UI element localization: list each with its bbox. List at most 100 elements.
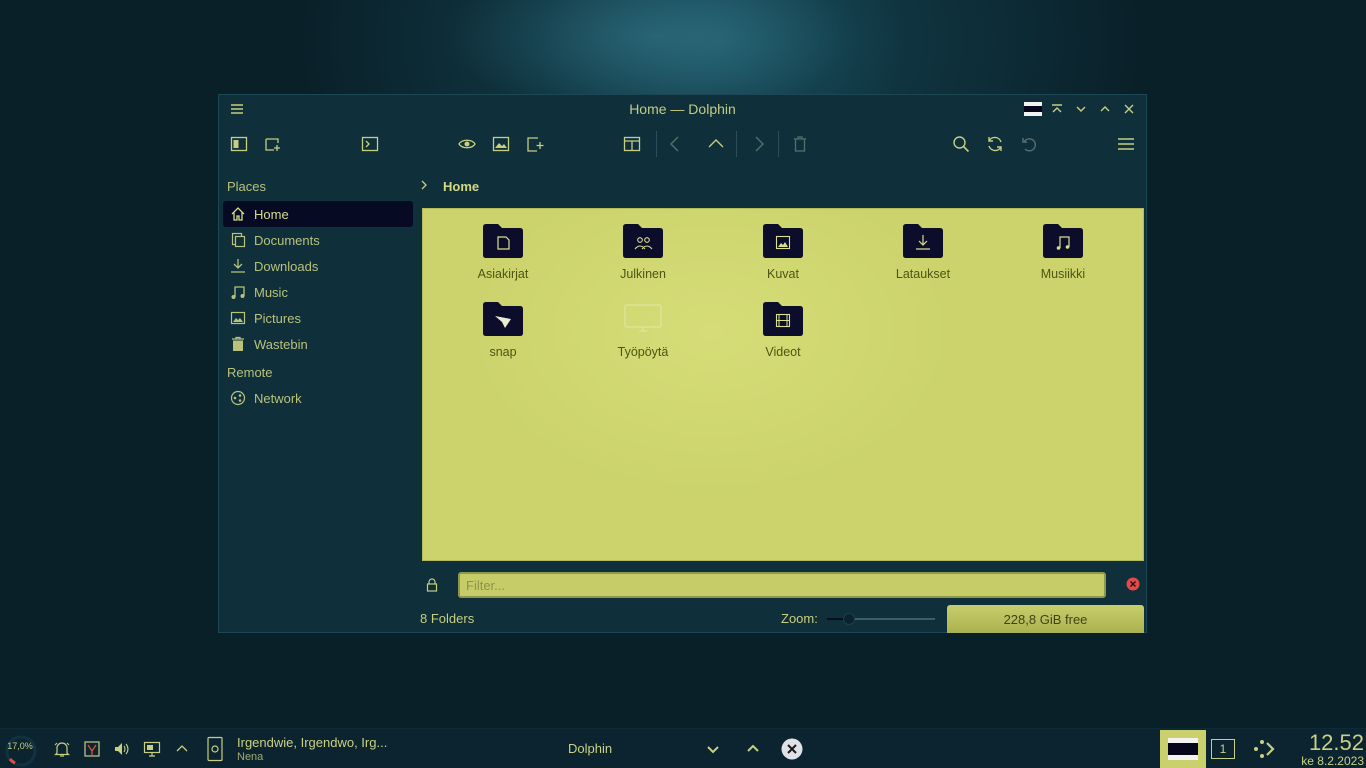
task-dolphin[interactable]: Dolphin	[568, 741, 612, 756]
folder-item[interactable]: Kuvat	[723, 221, 843, 281]
volume-icon[interactable]	[112, 739, 132, 759]
media-player-icon[interactable]	[204, 735, 226, 763]
remote-section-title: Remote	[227, 365, 273, 380]
close-icon[interactable]	[1119, 99, 1139, 119]
activities-icon[interactable]	[1249, 737, 1277, 761]
status-summary: 8 Folders	[420, 611, 475, 626]
forward-icon[interactable]	[743, 129, 773, 159]
sidebar-item-label: Network	[254, 390, 302, 406]
window-thumbnail-icon	[1168, 738, 1198, 760]
folder-item[interactable]: snap	[443, 299, 563, 359]
pictures-icon	[230, 310, 246, 326]
folder-item[interactable]: Videot	[723, 299, 843, 359]
wastebin-icon	[230, 336, 246, 352]
sidebar-item-music[interactable]: Music	[223, 279, 413, 305]
folder-name: snap	[489, 345, 517, 359]
minimize-icon[interactable]	[1071, 99, 1091, 119]
folder-item[interactable]: Asiakirjat	[443, 221, 563, 281]
folder-name: Työpöytä	[617, 345, 669, 359]
places-section-title: Places	[227, 179, 267, 194]
breadcrumb-home[interactable]: Home	[443, 179, 479, 194]
snap-folder-icon	[481, 299, 525, 339]
folder-name: Asiakirjat	[477, 267, 529, 281]
search-icon[interactable]	[946, 129, 976, 159]
home-icon	[230, 206, 246, 222]
places-panel: Places Home Documents Downloads Music Pi…	[223, 177, 413, 411]
folder-name: Lataukset	[895, 267, 951, 281]
sidebar-item-label: Music	[254, 284, 288, 300]
document-folder-icon	[481, 221, 525, 261]
dolphin-window: Home — Dolphin Places Home Documents Dow…	[218, 94, 1147, 633]
sidebar-item-wastebin[interactable]: Wastebin	[223, 331, 413, 357]
music-icon	[230, 284, 246, 300]
maximize-icon[interactable]	[1095, 99, 1115, 119]
clipboard-icon[interactable]	[82, 739, 102, 759]
delete-icon[interactable]	[785, 129, 815, 159]
zoom-slider[interactable]	[827, 613, 935, 625]
chevron-down-icon[interactable]	[703, 739, 723, 759]
pictures-folder-icon	[761, 221, 805, 261]
zoom-handle[interactable]	[843, 613, 855, 625]
back-icon[interactable]	[661, 129, 691, 159]
system-tray-expand-icon[interactable]	[172, 739, 192, 759]
videos-folder-icon	[761, 299, 805, 339]
folder-item[interactable]: Musiikki	[1003, 221, 1123, 281]
sidebar-item-label: Downloads	[254, 258, 319, 274]
show-panels-icon[interactable]	[224, 129, 254, 159]
display-icon[interactable]	[142, 739, 162, 759]
filter-input[interactable]	[458, 572, 1106, 598]
taskbar: 17,0% Irgendwie, Irgendwo, Irg... Nena D…	[0, 728, 1366, 768]
documents-icon	[230, 232, 246, 248]
sidebar-item-home[interactable]: Home	[223, 201, 413, 227]
sidebar-item-label: Home	[254, 206, 289, 222]
toolbar-separator	[778, 131, 779, 157]
network-icon	[230, 390, 246, 406]
sidebar-item-pictures[interactable]: Pictures	[223, 305, 413, 331]
downloads-icon	[230, 258, 246, 274]
folder-item[interactable]: Työpöytä	[583, 299, 703, 359]
notifications-icon[interactable]	[52, 739, 72, 759]
chevron-up-icon[interactable]	[743, 739, 763, 759]
sidebar-item-network[interactable]: Network	[223, 385, 413, 411]
toolbar	[219, 127, 1146, 163]
undo-icon[interactable]	[1014, 129, 1044, 159]
hamburger-menu-icon[interactable]	[1111, 129, 1141, 159]
clock-date: ke 8.2.2023	[1301, 754, 1364, 768]
free-space-label: 228,8 GiB free	[1003, 612, 1088, 627]
clock-time[interactable]: 12.52	[1292, 730, 1364, 756]
lock-icon[interactable]	[424, 577, 440, 593]
preview-icon[interactable]	[452, 129, 482, 159]
reload-icon[interactable]	[980, 129, 1010, 159]
window-title: Home — Dolphin	[629, 101, 736, 117]
file-view[interactable]: Asiakirjat Julkinen Kuvat Lataukset Musi…	[422, 208, 1144, 561]
chevron-right-icon[interactable]	[419, 179, 429, 194]
close-task-icon[interactable]	[780, 737, 804, 761]
shade-icon[interactable]	[1023, 99, 1043, 119]
up-icon[interactable]	[701, 129, 731, 159]
new-window-icon[interactable]	[520, 129, 550, 159]
image-icon[interactable]	[486, 129, 516, 159]
sidebar-item-documents[interactable]: Documents	[223, 227, 413, 253]
sidebar-item-label: Pictures	[254, 310, 301, 326]
zoom-label: Zoom:	[781, 611, 818, 626]
desktop-folder-icon	[621, 299, 665, 339]
new-tab-icon[interactable]	[258, 129, 288, 159]
pager-desktop-active[interactable]	[1160, 730, 1206, 768]
folder-name: Videot	[765, 345, 801, 359]
folder-name: Musiikki	[1040, 267, 1086, 281]
terminal-icon[interactable]	[355, 129, 385, 159]
media-track-artist: Nena	[237, 751, 264, 763]
split-view-icon[interactable]	[617, 129, 647, 159]
sidebar-item-downloads[interactable]: Downloads	[223, 253, 413, 279]
folder-item[interactable]: Julkinen	[583, 221, 703, 281]
titlebar: Home — Dolphin	[219, 95, 1146, 123]
folder-item[interactable]: Lataukset	[863, 221, 983, 281]
pager-desktop-number[interactable]: 1	[1211, 739, 1235, 759]
keep-above-icon[interactable]	[1047, 99, 1067, 119]
toolbar-separator	[736, 131, 737, 157]
folder-name: Julkinen	[620, 267, 666, 281]
music-folder-icon	[1041, 221, 1085, 261]
clear-filter-icon[interactable]	[1126, 577, 1140, 591]
media-track-title[interactable]: Irgendwie, Irgendwo, Irg...	[237, 735, 387, 750]
free-space-indicator[interactable]: 228,8 GiB free	[947, 605, 1144, 633]
